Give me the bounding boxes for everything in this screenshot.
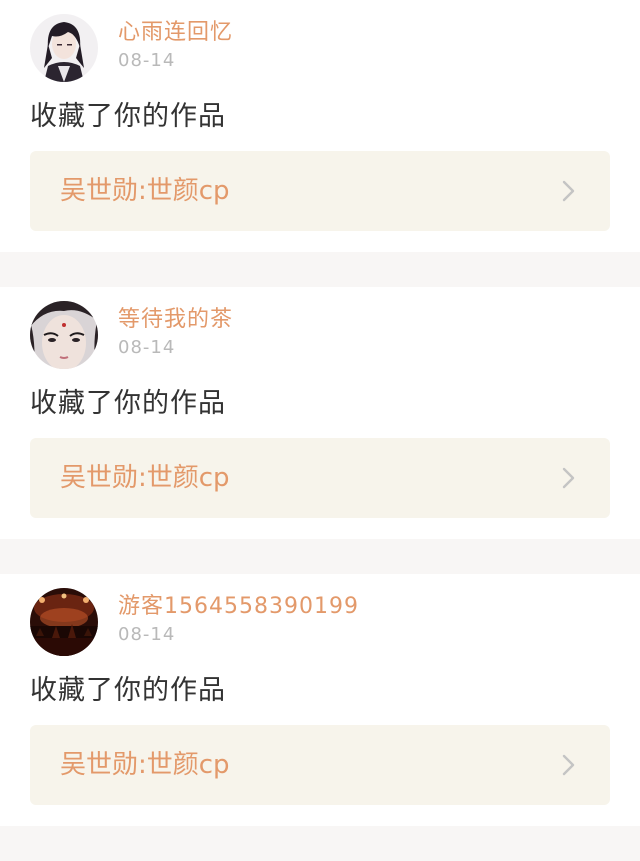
user-avatar[interactable] — [30, 588, 98, 656]
username[interactable]: 游客1564558390199 — [118, 592, 359, 622]
action-text: 收藏了你的作品 — [30, 675, 226, 706]
work-link-button[interactable]: 吴世勋:世颜cp — [30, 438, 610, 518]
user-avatar[interactable] — [30, 14, 98, 82]
work-title: 吴世勋:世颜cp — [60, 463, 230, 493]
username[interactable]: 等待我的茶 — [118, 305, 233, 335]
pale-face-avatar-icon — [30, 301, 98, 369]
notification-card: 心雨连回忆 08-14 收藏了你的作品 吴世勋:世颜cp — [0, 0, 640, 252]
anime-boy-avatar-icon — [30, 14, 98, 82]
action-text: 收藏了你的作品 — [30, 388, 226, 419]
work-link-button[interactable]: 吴世勋:世颜cp — [30, 151, 610, 231]
chevron-right-icon — [562, 467, 575, 489]
chevron-right-icon — [562, 180, 575, 202]
action-text: 收藏了你的作品 — [30, 101, 226, 132]
section-divider — [0, 539, 640, 574]
username[interactable]: 心雨连回忆 — [118, 18, 233, 48]
timestamp: 08-14 — [118, 337, 176, 358]
section-divider — [0, 826, 640, 861]
notification-feed: 心雨连回忆 08-14 收藏了你的作品 吴世勋:世颜cp 等待我的茶 08-14… — [0, 0, 640, 861]
user-avatar[interactable] — [30, 301, 98, 369]
concert-stage-avatar-icon — [30, 588, 98, 656]
timestamp: 08-14 — [118, 624, 176, 645]
work-title: 吴世勋:世颜cp — [60, 750, 230, 780]
notification-card: 等待我的茶 08-14 收藏了你的作品 吴世勋:世颜cp — [0, 287, 640, 539]
notification-card: 游客1564558390199 08-14 收藏了你的作品 吴世勋:世颜cp — [0, 574, 640, 826]
work-title: 吴世勋:世颜cp — [60, 176, 230, 206]
section-divider — [0, 252, 640, 287]
chevron-right-icon — [562, 754, 575, 776]
timestamp: 08-14 — [118, 50, 176, 71]
work-link-button[interactable]: 吴世勋:世颜cp — [30, 725, 610, 805]
